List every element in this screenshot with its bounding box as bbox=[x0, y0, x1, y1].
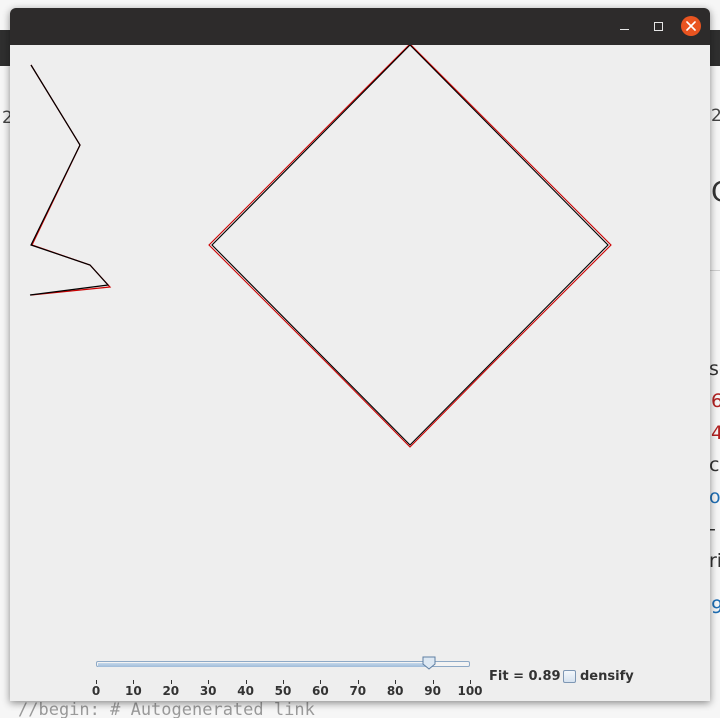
slider-tick-label: 20 bbox=[162, 684, 180, 698]
slider-track[interactable] bbox=[96, 661, 470, 667]
slider-tick-label: 40 bbox=[237, 684, 254, 698]
slider-tick-label: 80 bbox=[386, 684, 404, 698]
drawing-canvas[interactable] bbox=[10, 45, 710, 645]
background-text-fragment: ou bbox=[709, 486, 720, 508]
slider-tick-label: 10 bbox=[125, 684, 142, 698]
maximize-button[interactable] bbox=[648, 16, 668, 36]
background-text-fragment: 4 bbox=[711, 422, 720, 444]
app-window: 0 10 20 30 40 50 60 70 80 90 100 Fit = 0.89 densif… bbox=[10, 8, 710, 701]
fit-value-label: Fit = 0.89 bbox=[489, 669, 561, 684]
original-zigzag-polyline bbox=[29, 64, 110, 296]
background-text-fragment: 2- bbox=[711, 106, 720, 126]
densify-label[interactable]: densify bbox=[580, 669, 634, 684]
slider-tick-label: 30 bbox=[199, 684, 217, 698]
slider-tick-label: 60 bbox=[312, 684, 329, 698]
slider-tick-label: 0 bbox=[91, 684, 101, 698]
background-text-fragment: se bbox=[709, 358, 720, 380]
background-text-fragment: ri bbox=[709, 550, 720, 572]
slider-tick-label: 100 bbox=[457, 684, 483, 698]
background-text-fragment: 9 bbox=[711, 596, 720, 618]
close-button[interactable] bbox=[681, 16, 701, 36]
background-text-fragment: 6 bbox=[711, 390, 720, 412]
slider-fill bbox=[98, 663, 430, 667]
background-text-fragment: co bbox=[709, 454, 720, 476]
fitted-diamond-polygon bbox=[208, 45, 612, 448]
original-diamond-polygon bbox=[211, 45, 609, 446]
slider-thumb[interactable] bbox=[422, 656, 436, 670]
background-text-fragment: - I bbox=[709, 518, 720, 540]
slider-tick-label: 70 bbox=[349, 684, 367, 698]
minimize-icon bbox=[619, 28, 629, 30]
fit-slider[interactable] bbox=[96, 656, 470, 670]
background-code-line: //begin: # Autogenerated link bbox=[18, 700, 315, 718]
maximize-icon bbox=[653, 21, 663, 31]
window-titlebar[interactable] bbox=[10, 8, 710, 45]
slider-tick-label: 50 bbox=[274, 684, 292, 698]
slider-tick-label: 90 bbox=[424, 684, 441, 698]
fitted-zigzag-polyline bbox=[30, 64, 112, 296]
close-icon bbox=[686, 21, 696, 31]
minimize-button[interactable] bbox=[614, 16, 634, 36]
background-text-fragment: C bbox=[711, 178, 720, 206]
densify-checkbox[interactable] bbox=[563, 670, 576, 683]
